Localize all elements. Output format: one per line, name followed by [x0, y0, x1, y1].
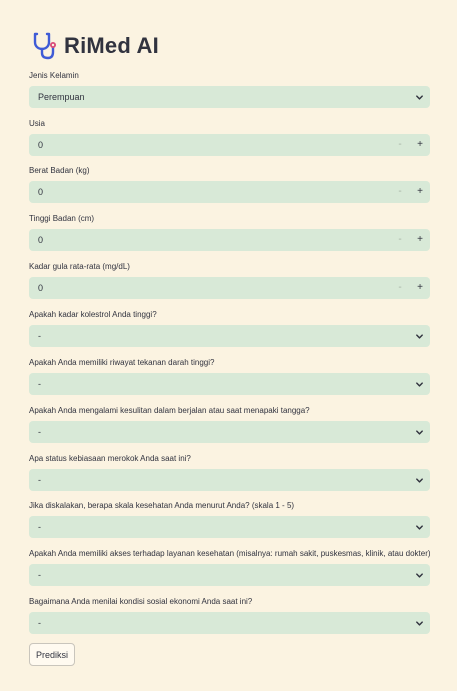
age-input[interactable]: 0 [38, 134, 390, 156]
walking-select[interactable]: - [29, 421, 430, 443]
age-field: Usia 0 - + [29, 118, 430, 156]
chevron-down-icon [408, 421, 430, 443]
stethoscope-icon [31, 31, 61, 61]
glucose-label: Kadar gula rata-rata (mg/dL) [29, 262, 130, 271]
hypertension-label: Apakah Anda memiliki riwayat tekanan dar… [29, 358, 215, 367]
chevron-down-icon [408, 86, 430, 108]
healthcare-access-value: - [38, 570, 41, 580]
height-label: Tinggi Badan (cm) [29, 214, 95, 223]
cholesterol-label: Apakah kadar kolestrol Anda tinggi? [29, 310, 157, 319]
socioeconomic-value: - [38, 618, 41, 628]
health-scale-value: - [38, 522, 41, 532]
weight-increment-button[interactable]: + [410, 181, 430, 203]
walking-label: Apakah Anda mengalami kesulitan dalam be… [29, 406, 310, 415]
app-header: RiMed AI [31, 31, 159, 61]
glucose-decrement-button[interactable]: - [390, 277, 410, 299]
socioeconomic-select[interactable]: - [29, 612, 430, 634]
age-label: Usia [29, 119, 46, 128]
cholesterol-select[interactable]: - [29, 325, 430, 347]
predict-button[interactable]: Prediksi [29, 643, 75, 666]
height-number-input: 0 - + [29, 229, 430, 251]
chevron-down-icon [408, 564, 430, 586]
smoking-select[interactable]: - [29, 469, 430, 491]
walking-field: Apakah Anda mengalami kesulitan dalam be… [29, 405, 430, 443]
chevron-down-icon [408, 325, 430, 347]
smoking-field: Apa status kebiasaan merokok Anda saat i… [29, 453, 430, 491]
height-field: Tinggi Badan (cm) 0 - + [29, 213, 430, 251]
health-scale-label: Jika diskalakan, berapa skala kesehatan … [29, 501, 295, 510]
chevron-down-icon [408, 373, 430, 395]
weight-number-input: 0 - + [29, 181, 430, 203]
healthcare-access-label: Apakah Anda memiliki akses terhadap laya… [29, 549, 430, 558]
healthcare-access-select[interactable]: - [29, 564, 430, 586]
height-input[interactable]: 0 [38, 229, 390, 251]
gender-label: Jenis Kelamin [29, 71, 79, 80]
socioeconomic-field: Bagaimana Anda menilai kondisi sosial ek… [29, 596, 430, 634]
weight-decrement-button[interactable]: - [390, 181, 410, 203]
chevron-down-icon [408, 516, 430, 538]
glucose-input[interactable]: 0 [38, 277, 390, 299]
gender-field: Jenis Kelamin Perempuan [29, 70, 430, 108]
smoking-label: Apa status kebiasaan merokok Anda saat i… [29, 454, 191, 463]
app-title: RiMed AI [64, 33, 159, 58]
height-increment-button[interactable]: + [410, 229, 430, 251]
weight-label: Berat Badan (kg) [29, 166, 90, 175]
socioeconomic-label: Bagaimana Anda menilai kondisi sosial ek… [29, 597, 253, 606]
chevron-down-icon [408, 612, 430, 634]
age-decrement-button[interactable]: - [390, 134, 410, 156]
cholesterol-value: - [38, 331, 41, 341]
glucose-field: Kadar gula rata-rata (mg/dL) 0 - + [29, 261, 430, 299]
hypertension-value: - [38, 379, 41, 389]
gender-value: Perempuan [38, 92, 85, 102]
cholesterol-field: Apakah kadar kolestrol Anda tinggi? - [29, 309, 430, 347]
health-scale-field: Jika diskalakan, berapa skala kesehatan … [29, 500, 430, 538]
weight-field: Berat Badan (kg) 0 - + [29, 165, 430, 203]
gender-select[interactable]: Perempuan [29, 86, 430, 108]
health-scale-select[interactable]: - [29, 516, 430, 538]
app-page: RiMed AI Jenis Kelamin Perempuan Usia 0 … [0, 0, 457, 691]
glucose-increment-button[interactable]: + [410, 277, 430, 299]
height-decrement-button[interactable]: - [390, 229, 410, 251]
chevron-down-icon [408, 469, 430, 491]
hypertension-select[interactable]: - [29, 373, 430, 395]
age-number-input: 0 - + [29, 134, 430, 156]
smoking-value: - [38, 475, 41, 485]
hypertension-field: Apakah Anda memiliki riwayat tekanan dar… [29, 357, 430, 395]
glucose-number-input: 0 - + [29, 277, 430, 299]
age-increment-button[interactable]: + [410, 134, 430, 156]
walking-value: - [38, 427, 41, 437]
healthcare-access-field: Apakah Anda memiliki akses terhadap laya… [29, 548, 430, 586]
weight-input[interactable]: 0 [38, 181, 390, 203]
